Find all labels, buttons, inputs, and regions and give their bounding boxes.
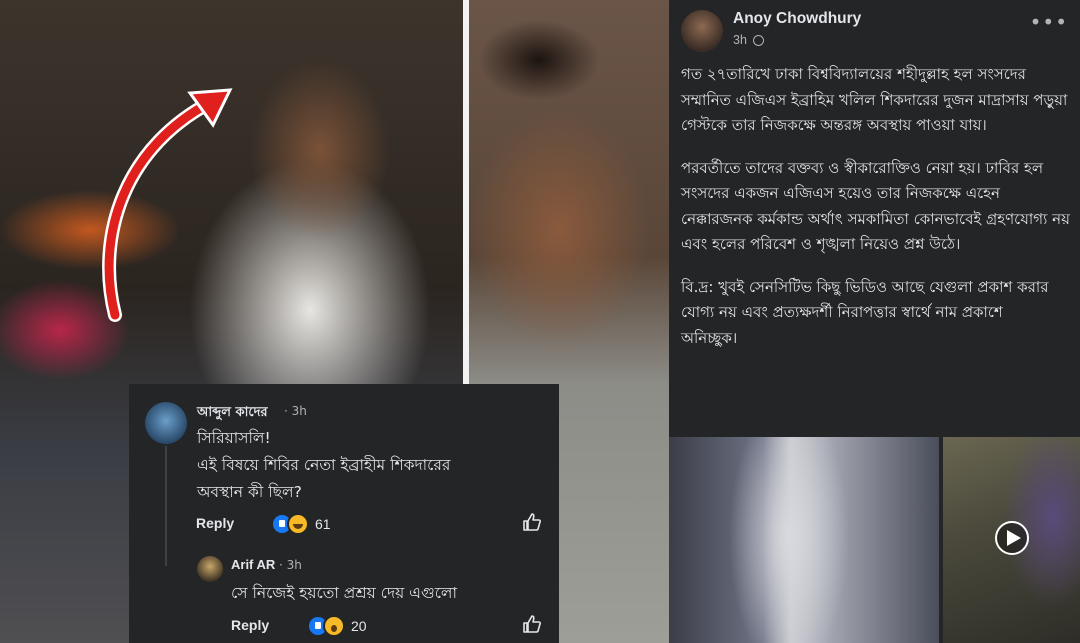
post-media-image[interactable]: [669, 437, 939, 643]
post-author[interactable]: Anoy Chowdhury: [733, 10, 861, 28]
play-icon[interactable]: [995, 521, 1029, 555]
post-paragraph: অনিচ্ছুক।: [681, 328, 738, 347]
comment-time[interactable]: · 3h: [284, 404, 307, 418]
comment-author[interactable]: Arif AR: [231, 557, 275, 572]
comment-author[interactable]: আব্দুল কাদের: [197, 403, 268, 424]
like-icon[interactable]: [522, 614, 542, 634]
comment-time[interactable]: · 3h: [279, 558, 302, 572]
avatar[interactable]: [145, 402, 187, 444]
post-header: Anoy Chowdhury 3h: [681, 10, 861, 52]
like-icon[interactable]: [522, 512, 542, 532]
comment-text: সিরিয়াসলি! এই বিষয়ে শিবির নেতা ইব্রাহী…: [197, 425, 450, 506]
wow-reaction-icon: [323, 615, 345, 637]
post-paragraph: গত ২৭তারিখে ঢাকা বিশ্ববিদ্যালয়ের শহীদুল…: [681, 65, 1068, 134]
post-paragraph: বি.দ্র: খুবই সেনসিটিভ কিছু ভিডিও আছে যেগ…: [681, 277, 1049, 322]
reaction-summary[interactable]: 20: [307, 615, 367, 637]
thread-line: [165, 446, 167, 566]
post-time[interactable]: 3h: [733, 33, 747, 47]
more-options-icon[interactable]: •••: [1030, 10, 1068, 34]
comment-line: অবস্থান কী ছিল?: [197, 483, 302, 501]
post-text: গত ২৭তারিখে ঢাকা বিশ্ববিদ্যালয়ের শহীদুল…: [681, 62, 1073, 368]
avatar[interactable]: [681, 10, 723, 52]
post-paragraph: পরবর্তীতে তাদের বক্তব্য ও স্বীকারোক্তিও …: [681, 158, 1070, 254]
comment-line: সে নিজেই হয়তো প্রশ্রয় দেয় এগুলো: [231, 584, 457, 602]
comments-panel: আব্দুল কাদের · 3h সিরিয়াসলি! এই বিষয়ে …: [129, 384, 559, 643]
comment-line: সিরিয়াসলি!: [197, 429, 271, 447]
reaction-count: 20: [351, 618, 367, 634]
reaction-count: 61: [315, 516, 331, 532]
comment-text: সে নিজেই হয়তো প্রশ্রয় দেয় এগুলো: [231, 580, 457, 607]
haha-reaction-icon: [287, 513, 309, 535]
globe-icon: [752, 34, 764, 46]
avatar[interactable]: [197, 556, 223, 582]
post-meta: 3h: [733, 33, 764, 47]
red-arrow-icon: [102, 88, 233, 322]
reaction-summary[interactable]: 61: [271, 513, 331, 535]
comment-line: এই বিষয়ে শিবির নেতা ইব্রাহীম শিকদারের: [197, 456, 451, 474]
reply-button[interactable]: Reply: [196, 515, 234, 531]
reply-button[interactable]: Reply: [231, 617, 269, 633]
